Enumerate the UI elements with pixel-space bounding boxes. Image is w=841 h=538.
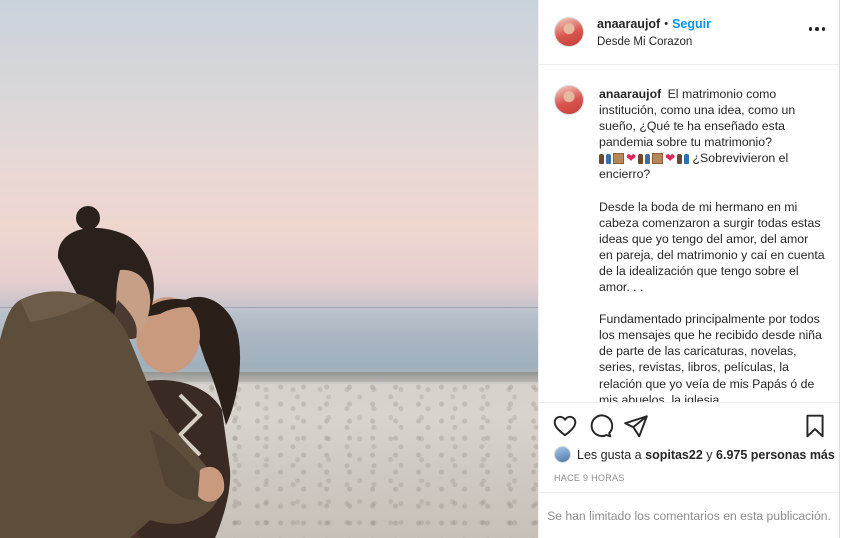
caption-paragraph-1: anaaraujof El matrimonio como institució… bbox=[599, 86, 825, 183]
comment-icon[interactable] bbox=[587, 413, 613, 439]
red-heart-icon: ❤ bbox=[665, 151, 676, 166]
caption-username[interactable]: anaaraujof bbox=[599, 87, 661, 101]
emoji-sequence: ❤ ❤ bbox=[599, 151, 690, 166]
separator-dot: • bbox=[664, 18, 669, 30]
likes-count[interactable]: 6.975 personas más bbox=[716, 448, 835, 462]
couple-icon bbox=[677, 152, 690, 165]
box-icon bbox=[652, 152, 664, 164]
follow-button[interactable]: Seguir bbox=[672, 17, 711, 31]
post-location[interactable]: Desde Mi Corazon bbox=[597, 36, 692, 48]
likes-prefix: Les gusta a bbox=[577, 447, 642, 462]
red-heart-icon: ❤ bbox=[626, 151, 637, 166]
caption-paragraph-2: Desde la boda de mi hermano en mi cabeza… bbox=[599, 199, 825, 295]
couple-icon bbox=[599, 152, 611, 165]
likes-joiner: y bbox=[706, 447, 713, 462]
more-options-icon[interactable] bbox=[808, 27, 825, 31]
action-bar bbox=[539, 402, 839, 444]
author-username[interactable]: anaaraujof bbox=[597, 17, 660, 31]
like-heart-icon[interactable] bbox=[552, 413, 578, 439]
post-timestamp[interactable]: HACE 9 HORAS bbox=[554, 473, 625, 483]
author-row: anaaraujof • Seguir bbox=[597, 17, 711, 31]
liker-avatar bbox=[554, 446, 571, 463]
more-dot bbox=[815, 27, 819, 31]
caption-scroll-area[interactable]: anaaraujof El matrimonio como institució… bbox=[539, 66, 839, 402]
caption-paragraph-3: Fundamentado principalmente por todos lo… bbox=[599, 312, 822, 402]
post-caption: anaaraujof El matrimonio como institució… bbox=[599, 86, 825, 402]
comments-limited-notice: Se han limitado los comentarios en esta … bbox=[539, 492, 839, 538]
post-header: anaaraujof • Seguir Desde Mi Corazon bbox=[539, 0, 839, 65]
more-dot bbox=[808, 27, 812, 31]
post-side-panel: anaaraujof • Seguir Desde Mi Corazon ana… bbox=[538, 0, 840, 538]
share-paper-plane-icon[interactable] bbox=[623, 413, 649, 439]
box-icon bbox=[613, 152, 624, 164]
author-avatar[interactable] bbox=[554, 17, 584, 47]
couple-figure bbox=[0, 206, 241, 538]
liker-username[interactable]: sopitas22 bbox=[645, 448, 703, 462]
post-photo[interactable] bbox=[0, 0, 538, 538]
caption-author-avatar[interactable] bbox=[554, 85, 584, 115]
more-dot bbox=[821, 27, 825, 31]
save-bookmark-icon[interactable] bbox=[802, 413, 828, 439]
likes-summary: Les gusta a sopitas22 y 6.975 personas m… bbox=[554, 446, 835, 463]
couple-icon bbox=[638, 152, 651, 165]
